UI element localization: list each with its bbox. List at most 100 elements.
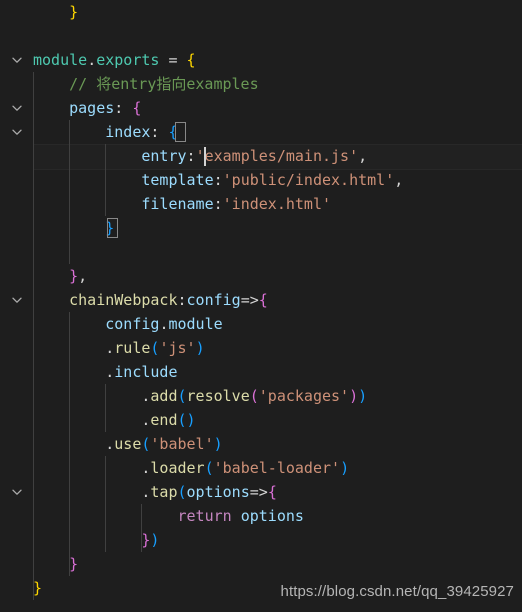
- code-token: ,: [78, 267, 88, 285]
- code-line[interactable]: [0, 240, 522, 264]
- code-token: module: [168, 315, 223, 333]
- code-token: (: [177, 411, 187, 429]
- code-line[interactable]: module.exports = {: [0, 48, 522, 72]
- code-token: 'index.html': [222, 195, 332, 213]
- code-token: (: [249, 387, 259, 405]
- code-line-text: return options: [33, 504, 304, 528]
- code-token: .: [105, 363, 115, 381]
- code-token: 'public/index.html': [222, 171, 395, 189]
- code-line[interactable]: config.module: [0, 312, 522, 336]
- code-token: :: [213, 171, 223, 189]
- code-line-text: filename:'index.html': [33, 192, 331, 216]
- code-token: }: [69, 555, 79, 573]
- code-line-text: config.module: [33, 312, 223, 336]
- chevron-down-icon[interactable]: [10, 485, 24, 499]
- code-token: 'packages': [258, 387, 350, 405]
- code-token: rule: [114, 339, 151, 357]
- code-token: =>: [240, 291, 259, 309]
- code-line[interactable]: filename:'index.html': [0, 192, 522, 216]
- code-token: config: [105, 315, 160, 333]
- code-token: ): [186, 411, 196, 429]
- code-line[interactable]: .end(): [0, 408, 522, 432]
- code-token: chainWebpack: [69, 291, 178, 309]
- chevron-down-icon[interactable]: [10, 53, 24, 67]
- code-token: ,: [394, 171, 404, 189]
- code-line-text: .include: [33, 360, 178, 384]
- code-token: }: [33, 579, 43, 597]
- code-token: config: [186, 291, 241, 309]
- code-line-text: entry:'examples/main.js',: [33, 144, 367, 168]
- code-token: ): [150, 531, 160, 549]
- code-line[interactable]: }): [0, 528, 522, 552]
- code-token: module: [33, 51, 88, 69]
- code-token: filename: [141, 195, 214, 213]
- chevron-down-icon[interactable]: [10, 125, 24, 139]
- code-token: {: [132, 99, 142, 117]
- code-token: ): [358, 387, 368, 405]
- code-token: .: [105, 339, 115, 357]
- code-token: tap: [150, 483, 178, 501]
- chevron-down-icon[interactable]: [10, 101, 24, 115]
- code-token: .: [105, 435, 115, 453]
- watermark-text: https://blog.csdn.net/qq_39425927: [280, 583, 514, 600]
- code-line-text: }: [33, 576, 42, 600]
- code-token: ): [340, 459, 350, 477]
- code-token: return: [177, 507, 232, 525]
- indent-guide: [69, 240, 71, 264]
- code-line[interactable]: .use('babel'): [0, 432, 522, 456]
- code-token: (: [177, 483, 187, 501]
- code-token: :: [114, 99, 124, 117]
- code-line[interactable]: .include: [0, 360, 522, 384]
- chevron-down-icon[interactable]: [10, 293, 24, 307]
- code-token: add: [150, 387, 178, 405]
- code-line[interactable]: .tap(options=>{: [0, 480, 522, 504]
- code-line[interactable]: }: [0, 216, 522, 240]
- code-token: ,: [358, 147, 368, 165]
- code-token: 'babel': [150, 435, 214, 453]
- code-editor[interactable]: } module.exports = { // 将entry指向examples …: [0, 0, 522, 612]
- code-token: index: [105, 123, 151, 141]
- code-line[interactable]: index: {: [0, 120, 522, 144]
- code-line[interactable]: return options: [0, 504, 522, 528]
- code-token: include: [114, 363, 178, 381]
- code-token: {: [168, 123, 178, 141]
- code-token: ): [349, 387, 359, 405]
- code-line[interactable]: .add(resolve('packages')): [0, 384, 522, 408]
- code-lines-container[interactable]: } module.exports = { // 将entry指向examples …: [0, 0, 522, 600]
- code-line[interactable]: },: [0, 264, 522, 288]
- code-token: end: [150, 411, 178, 429]
- code-line-text: }: [33, 0, 78, 24]
- code-line-text: }: [33, 216, 114, 240]
- code-token: use: [114, 435, 142, 453]
- code-line[interactable]: entry:'examples/main.js',: [0, 144, 522, 170]
- code-token: =>: [249, 483, 268, 501]
- code-token: :: [177, 291, 187, 309]
- code-token: {: [186, 51, 196, 69]
- code-line[interactable]: .loader('babel-loader'): [0, 456, 522, 480]
- code-line[interactable]: .rule('js'): [0, 336, 522, 360]
- code-token: }: [69, 267, 79, 285]
- code-line[interactable]: [0, 24, 522, 48]
- code-line[interactable]: pages: {: [0, 96, 522, 120]
- code-line[interactable]: template:'public/index.html',: [0, 168, 522, 192]
- code-line[interactable]: chainWebpack:config=>{: [0, 288, 522, 312]
- code-token: (: [177, 387, 187, 405]
- code-line[interactable]: }: [0, 552, 522, 576]
- code-line[interactable]: }: [0, 0, 522, 24]
- code-token: (: [204, 459, 214, 477]
- code-line[interactable]: // 将entry指向examples: [0, 72, 522, 96]
